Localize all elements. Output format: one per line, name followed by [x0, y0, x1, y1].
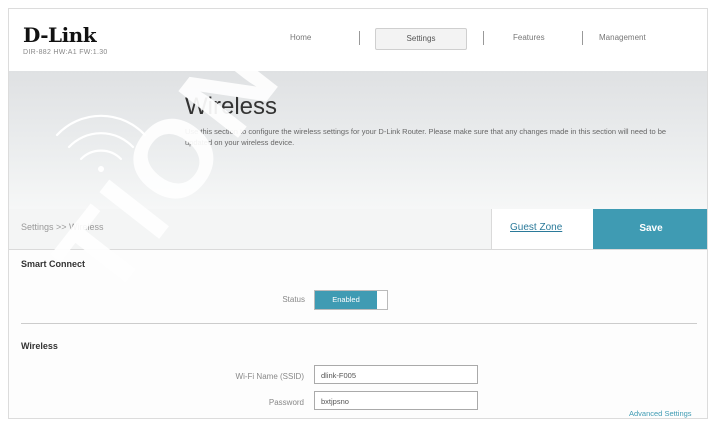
smart-connect-toggle[interactable]: Enabled [314, 290, 388, 310]
breadcrumb: Settings >> Wireless [21, 222, 104, 232]
toggle-enabled-state: Enabled [315, 291, 377, 309]
advanced-settings-link[interactable]: Advanced Settings [629, 409, 692, 418]
model-info: DIR-882 HW:A1 FW:1.30 [23, 49, 108, 56]
nav-divider [483, 31, 484, 45]
page-description: Use this section to configure the wirele… [185, 127, 667, 147]
guest-zone-tab[interactable]: Guest Zone [491, 209, 594, 249]
nav-features[interactable]: Features [513, 33, 545, 42]
password-input[interactable]: bxtjpsno [314, 391, 478, 410]
ssid-input[interactable]: dlink-F005 [314, 365, 478, 384]
nav-divider [582, 31, 583, 45]
smart-connect-title: Smart Connect [21, 259, 86, 269]
page-title: Wireless [185, 93, 278, 120]
ssid-label: Wi-Fi Name (SSID) [235, 372, 304, 381]
dlink-logo[interactable]: D-Link [23, 23, 97, 47]
guest-zone-link[interactable]: Guest Zone [510, 222, 562, 233]
section-divider [21, 323, 697, 324]
password-label: Password [268, 398, 304, 407]
status-label: Status [282, 295, 305, 304]
save-button[interactable]: Save [593, 209, 707, 249]
nav-management[interactable]: Management [599, 33, 646, 42]
wireless-banner: Wireless Use this section to configure t… [9, 71, 707, 210]
nav-divider [359, 31, 360, 45]
nav-home[interactable]: Home [290, 33, 311, 42]
nav-settings[interactable]: Settings [375, 28, 467, 50]
top-header: D-Link DIR-882 HW:A1 FW:1.30 Home Settin… [9, 9, 707, 72]
wifi-icon [55, 114, 147, 172]
router-settings-page: D-Link DIR-882 HW:A1 FW:1.30 Home Settin… [8, 8, 708, 419]
breadcrumb-bar: Settings >> Wireless Guest Zone Save [9, 209, 707, 250]
wireless-section-title: Wireless [21, 341, 58, 351]
